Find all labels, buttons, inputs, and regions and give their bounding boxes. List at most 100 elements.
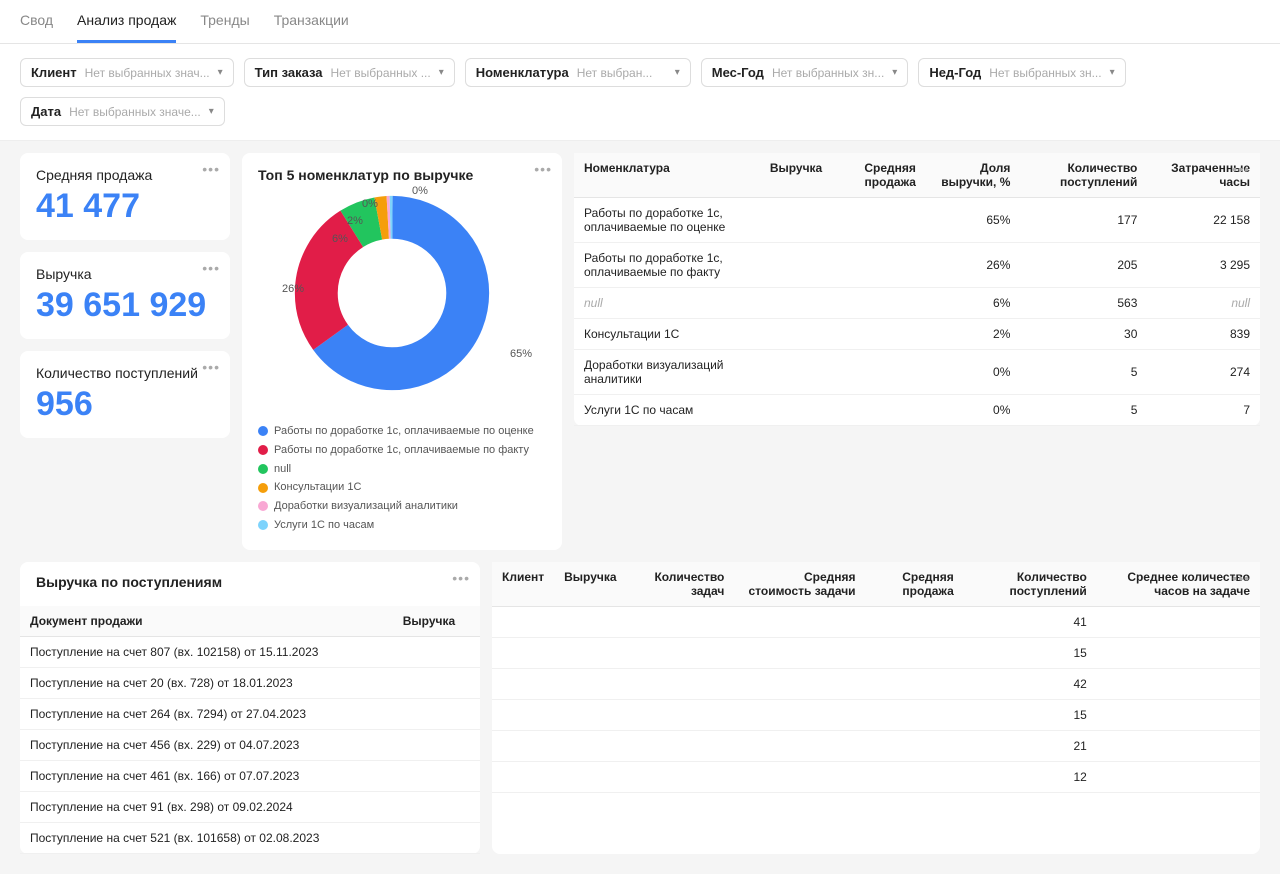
- swatch-icon: [258, 520, 268, 530]
- tab-2[interactable]: Тренды: [200, 12, 249, 43]
- col-header[interactable]: Средняя продажа: [866, 562, 964, 607]
- legend-item[interactable]: Доработки визуализаций аналитики: [258, 498, 458, 515]
- more-icon[interactable]: •••: [452, 570, 470, 586]
- table-row[interactable]: Консультации 1С2%30839: [574, 319, 1260, 350]
- cell: [832, 243, 926, 288]
- table-row[interactable]: 15: [492, 637, 1260, 668]
- table-row[interactable]: Поступление на счет 20 (вх. 728) от 18.0…: [20, 667, 480, 698]
- swatch-icon: [258, 483, 268, 493]
- donut-title: Топ 5 номенклатур по выручке: [258, 167, 546, 183]
- col-header[interactable]: Средняя стоимость задачи: [734, 562, 865, 607]
- col-header[interactable]: Клиент: [492, 562, 554, 607]
- filter-Нед-Год[interactable]: Нед-ГодНет выбранных зн...▾: [918, 58, 1125, 87]
- col-header[interactable]: Выручка: [554, 562, 626, 607]
- table-row[interactable]: Работы по доработке 1с, оплачиваемые по …: [574, 243, 1260, 288]
- table-row[interactable]: Поступление на счет 461 (вх. 166) от 07.…: [20, 760, 480, 791]
- cell: 7: [1147, 395, 1260, 426]
- table-row[interactable]: 42: [492, 668, 1260, 699]
- cell: [832, 288, 926, 319]
- tabs-bar: Свод Анализ продаж Тренды Транзакции: [0, 0, 1280, 44]
- legend-item[interactable]: null: [258, 461, 291, 478]
- table-row[interactable]: Поступление на счет 456 (вх. 229) от 04.…: [20, 729, 480, 760]
- table-row[interactable]: Услуги 1С по часам0%57: [574, 395, 1260, 426]
- filter-Тип заказа[interactable]: Тип заказаНет выбранных ...▾: [244, 58, 455, 87]
- kpi-label: Количество поступлений: [36, 365, 214, 381]
- col-header[interactable]: Выручка: [760, 153, 832, 198]
- legend-item[interactable]: Услуги 1С по часам: [258, 517, 374, 534]
- cell: 563: [1020, 288, 1147, 319]
- filter-Клиент[interactable]: КлиентНет выбранных знач...▾: [20, 58, 234, 87]
- legend-text: Консультации 1С: [274, 479, 361, 496]
- col-header[interactable]: Количество поступлений: [964, 562, 1097, 607]
- swatch-icon: [258, 426, 268, 436]
- table-row[interactable]: null6%563null: [574, 288, 1260, 319]
- tab-0[interactable]: Свод: [20, 12, 53, 43]
- more-icon[interactable]: •••: [202, 161, 220, 177]
- table-row[interactable]: Поступление на счет 91 (вх. 298) от 09.0…: [20, 791, 480, 822]
- cell: [866, 761, 964, 792]
- legend-item[interactable]: Работы по доработке 1с, оплачиваемые по …: [258, 423, 534, 440]
- table-row[interactable]: 21: [492, 730, 1260, 761]
- cell: [832, 198, 926, 243]
- cell: [734, 699, 865, 730]
- legend-item[interactable]: Консультации 1С: [258, 479, 361, 496]
- col-header[interactable]: Номенклатура: [574, 153, 760, 198]
- cell: [1097, 606, 1260, 637]
- table-row[interactable]: 15: [492, 699, 1260, 730]
- col-header[interactable]: Количество поступлений: [1020, 153, 1147, 198]
- more-icon[interactable]: •••: [202, 359, 220, 375]
- filter-label: Нед-Год: [929, 65, 981, 80]
- filter-Номенклатура[interactable]: НоменклатураНет выбран...▾: [465, 58, 691, 87]
- col-header[interactable]: Документ продажи: [20, 606, 393, 637]
- cell: [627, 606, 735, 637]
- table-row[interactable]: Доработки визуализаций аналитики0%5274: [574, 350, 1260, 395]
- legend-item[interactable]: Работы по доработке 1с, оплачиваемые по …: [258, 442, 529, 459]
- cell: 2%: [926, 319, 1020, 350]
- cell: [1097, 730, 1260, 761]
- cell: [554, 668, 626, 699]
- col-header[interactable]: Средняя продажа: [832, 153, 926, 198]
- cell: Консультации 1С: [574, 319, 760, 350]
- legend-text: Работы по доработке 1с, оплачиваемые по …: [274, 423, 534, 440]
- cell: Работы по доработке 1с, оплачиваемые по …: [574, 198, 760, 243]
- chevron-down-icon: ▾: [892, 67, 897, 78]
- cell: [554, 637, 626, 668]
- filters-row: КлиентНет выбранных знач...▾ Тип заказаНе…: [0, 44, 1280, 141]
- tab-1[interactable]: Анализ продаж: [77, 12, 176, 43]
- cell: [393, 760, 480, 791]
- cell: [734, 668, 865, 699]
- table-row[interactable]: 12: [492, 761, 1260, 792]
- cell: [393, 636, 480, 667]
- kpi-card: •••Средняя продажа41 477: [20, 153, 230, 240]
- table-row[interactable]: Работы по доработке 1с, оплачиваемые по …: [574, 198, 1260, 243]
- more-icon[interactable]: •••: [202, 260, 220, 276]
- more-icon[interactable]: •••: [534, 161, 552, 177]
- more-icon[interactable]: •••: [1232, 570, 1250, 586]
- cell: [832, 319, 926, 350]
- cell: [734, 637, 865, 668]
- table-row[interactable]: Поступление на счет 521 (вх. 101658) от …: [20, 822, 480, 853]
- filter-Мес-Год[interactable]: Мес-ГодНет выбранных зн...▾: [701, 58, 909, 87]
- filter-label: Дата: [31, 104, 61, 119]
- filter-Дата[interactable]: ДатаНет выбранных значе...▾: [20, 97, 225, 126]
- cell: 839: [1147, 319, 1260, 350]
- cell: 0%: [926, 350, 1020, 395]
- table-row[interactable]: 41: [492, 606, 1260, 637]
- chevron-down-icon: ▾: [209, 106, 214, 117]
- kpi-value: 41 477: [36, 187, 214, 226]
- cell: [760, 395, 832, 426]
- cell: [1097, 637, 1260, 668]
- col-header[interactable]: Выручка: [393, 606, 480, 637]
- cell: [760, 288, 832, 319]
- table-row[interactable]: Поступление на счет 807 (вх. 102158) от …: [20, 636, 480, 667]
- tab-3[interactable]: Транзакции: [274, 12, 349, 43]
- table-row[interactable]: Поступление на счет 264 (вх. 7294) от 27…: [20, 698, 480, 729]
- cell: [393, 698, 480, 729]
- cell: 15: [964, 699, 1097, 730]
- more-icon[interactable]: •••: [1232, 161, 1250, 177]
- cell: [760, 350, 832, 395]
- col-header[interactable]: Доля выручки, %: [926, 153, 1020, 198]
- col-header[interactable]: Количество задач: [627, 562, 735, 607]
- filter-label: Клиент: [31, 65, 77, 80]
- cell: [832, 395, 926, 426]
